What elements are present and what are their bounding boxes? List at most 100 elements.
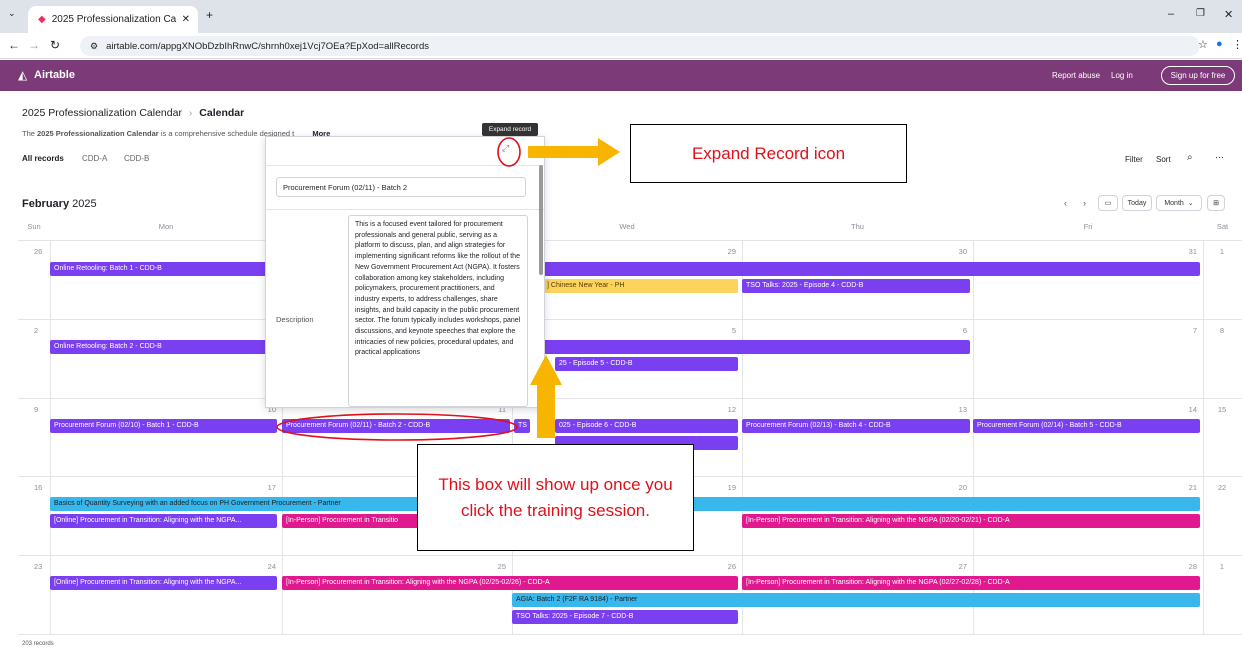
day-number: 2 <box>34 326 39 335</box>
event-online-retooling-1[interactable]: Online Retooling: Batch 1 - CDD-B <box>50 262 1200 276</box>
new-tab-icon[interactable]: + <box>206 8 213 22</box>
month-select[interactable]: Month ⌄ <box>1156 195 1202 211</box>
sort-button[interactable]: Sort <box>1156 155 1171 164</box>
year: 2025 <box>72 198 97 210</box>
day-number: 6 <box>962 326 967 335</box>
event-online-procurement-w5[interactable]: [Online] Procurement in Transition: Alig… <box>50 576 277 590</box>
sign-up-button[interactable]: Sign up for free <box>1161 66 1235 85</box>
event-forum-batch-1[interactable]: Procurement Forum (02/10) - Batch 1 - CD… <box>50 419 277 433</box>
log-in-link[interactable]: Log in <box>1111 71 1133 80</box>
day-number: 27 <box>958 562 967 571</box>
day-number: 17 <box>267 483 276 492</box>
popup-scrollbar[interactable] <box>539 165 543 275</box>
window-close-icon[interactable]: ✕ <box>1224 8 1233 21</box>
expand-record-callout: Expand Record icon <box>630 124 907 183</box>
chevron-down-icon: ⌄ <box>1187 200 1194 207</box>
menu-kebab-icon[interactable]: ⋮ <box>1232 38 1242 51</box>
expand-record-tooltip: Expand record <box>482 123 538 136</box>
popup-explanation-callout: This box will show up once you click the… <box>417 444 694 551</box>
day-number: 20 <box>958 483 967 492</box>
day-number: 1 <box>1219 562 1225 571</box>
url-field[interactable]: ⚙ airtable.com/appgXNObDzbIhRnwC/shrnh0x… <box>80 36 1200 56</box>
popup-divider <box>266 165 544 166</box>
weekday-1: Mon <box>158 222 174 231</box>
description-label: Description <box>276 315 314 324</box>
event-tso-ep7[interactable]: TSO Talks: 2025 - Episode 7 - CDD-B <box>512 610 738 624</box>
forward-icon[interactable]: → <box>28 38 40 52</box>
airtable-logo-icon[interactable]: ◭ <box>18 68 27 82</box>
grid-col-line <box>742 240 743 634</box>
view-tab-all-records[interactable]: All records <box>22 154 64 163</box>
day-number: 13 <box>958 405 967 414</box>
day-number: 21 <box>1188 483 1197 492</box>
url-text: airtable.com/appgXNObDzbIhRnwC/shrnh0xej… <box>106 40 429 52</box>
event-tso-ep6-prefix[interactable]: TS <box>514 419 530 433</box>
event-forum-batch-2[interactable]: Procurement Forum (02/11) - Batch 2 - CD… <box>282 419 510 433</box>
reload-icon[interactable]: ↻ <box>50 38 60 52</box>
event-online-procurement-w4[interactable]: [Online] Procurement in Transition: Alig… <box>50 514 277 528</box>
breadcrumb-base[interactable]: 2025 Professionalization Calendar <box>22 107 182 119</box>
search-icon[interactable]: ⌕ <box>1187 152 1193 163</box>
event-inperson-procurement-w5b[interactable]: [In-Person] Procurement in Transition: A… <box>742 576 1200 590</box>
day-number: 28 <box>1188 562 1197 571</box>
event-inperson-procurement-w4b[interactable]: [In-Person] Procurement in Transition: A… <box>742 514 1200 528</box>
grid-row-line <box>18 319 1242 320</box>
weekday-4: Thu <box>851 222 864 231</box>
event-chinese-new-year[interactable]: ] Chinese New Year - PH <box>543 279 738 293</box>
today-button[interactable]: Today <box>1122 195 1152 211</box>
day-number: 26 <box>34 247 43 256</box>
prev-month-icon[interactable]: ‹ <box>1064 198 1067 208</box>
tab-title: 2025 Professionalization Calend <box>51 14 176 25</box>
tab-list-icon[interactable]: ⌄ <box>8 8 16 19</box>
airtable-favicon-icon: ◆ <box>38 14 46 25</box>
event-tso-ep5[interactable]: 25 - Episode 5 - CDD-B <box>555 357 738 371</box>
filter-button[interactable]: Filter <box>1125 155 1143 164</box>
day-number: 26 <box>727 562 736 571</box>
month-name: February <box>22 198 70 210</box>
breadcrumb-current: Calendar <box>199 107 245 119</box>
description-field[interactable]: This is a focused event tailored for pro… <box>348 215 528 407</box>
profile-icon[interactable]: ● <box>1216 38 1223 50</box>
event-inperson-procurement-w5a[interactable]: [In-Person] Procurement in Transition: A… <box>282 576 738 590</box>
more-options-icon[interactable]: ··· <box>1215 152 1224 162</box>
event-agia-batch-2[interactable]: AGIA: Batch 2 (F2F RA 9184) - Partner <box>512 593 1200 607</box>
back-icon[interactable]: ← <box>8 38 20 52</box>
bookmark-star-icon[interactable]: ☆ <box>1198 38 1208 51</box>
next-month-icon[interactable]: › <box>1083 198 1086 208</box>
day-number: 14 <box>1188 405 1197 414</box>
day-number: 1 <box>1219 247 1225 256</box>
event-tso-ep4[interactable]: TSO Talks: 2025 - Episode 4 - CDD-B <box>742 279 970 293</box>
minimize-icon[interactable]: – <box>1168 8 1174 20</box>
desc-pre: The <box>22 129 38 138</box>
calendar-picker-icon[interactable]: ▭ <box>1098 195 1118 211</box>
event-forum-batch-4[interactable]: Procurement Forum (02/13) - Batch 4 - CD… <box>742 419 970 433</box>
expand-record-icon[interactable]: ⤢ <box>502 143 509 154</box>
day-number: 23 <box>34 562 43 571</box>
view-tab-cdd-b[interactable]: CDD-B <box>124 154 149 163</box>
grid-col-line <box>50 240 51 634</box>
breadcrumb: 2025 Professionalization Calendar › Cale… <box>22 107 244 119</box>
date-range-icon[interactable]: ⊞ <box>1207 195 1225 211</box>
grid-row-line <box>18 240 1242 241</box>
browser-tab-bar: ⌄ ◆ 2025 Professionalization Calend ✕ + … <box>0 0 1242 33</box>
site-info-icon[interactable]: ⚙ <box>90 41 98 52</box>
view-tab-cdd-a[interactable]: CDD-A <box>82 154 107 163</box>
grid-row-line <box>18 555 1242 556</box>
title-field[interactable]: Procurement Forum (02/11) - Batch 2 <box>276 177 526 197</box>
weekday-3: Wed <box>619 222 635 231</box>
event-forum-batch-5[interactable]: Procurement Forum (02/14) - Batch 5 - CD… <box>973 419 1200 433</box>
day-number: 24 <box>267 562 276 571</box>
report-abuse-link[interactable]: Report abuse <box>1052 71 1100 80</box>
restore-icon[interactable]: ❐ <box>1196 8 1205 19</box>
event-tso-ep6[interactable]: 025 - Episode 6 - CDD-B <box>555 419 738 433</box>
day-number: 25 <box>497 562 506 571</box>
grid-row-line <box>18 634 1242 635</box>
close-tab-icon[interactable]: ✕ <box>182 14 190 25</box>
day-number: 30 <box>958 247 967 256</box>
day-number: 12 <box>727 405 736 414</box>
address-bar-row: ← → ↻ ⚙ airtable.com/appgXNObDzbIhRnwC/s… <box>0 33 1242 59</box>
day-number: 31 <box>1188 247 1197 256</box>
weekday-6: Sat <box>1216 222 1229 231</box>
record-count: 203 records <box>22 641 54 647</box>
browser-tab[interactable]: ◆ 2025 Professionalization Calend ✕ <box>28 6 198 33</box>
